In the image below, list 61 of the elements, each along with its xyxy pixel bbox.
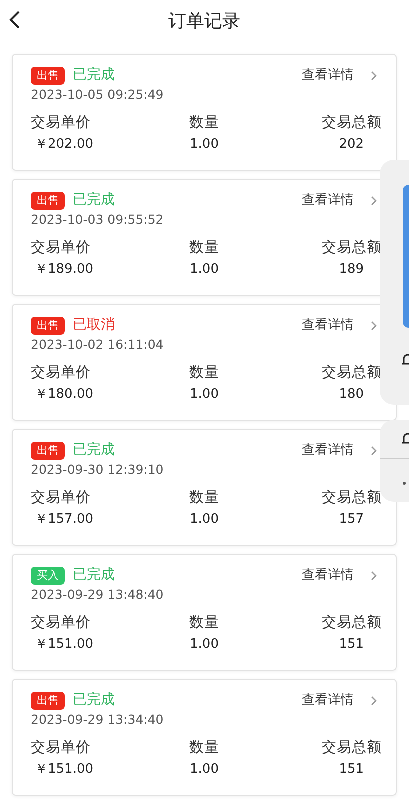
field-value: ￥157.00 [34,510,94,528]
order-time: 2023-09-29 13:34:40 [31,711,165,729]
field-value: 180 [338,386,366,404]
details-link[interactable]: 查看详情 [302,66,378,86]
field-label: 数量 [188,364,220,383]
order-time: 2023-10-03 09:55:52 [31,211,165,229]
field-label: 交易单价 [31,488,92,508]
side-tag: 买入 [31,566,65,584]
field-value: 1.00 [189,636,220,654]
field-value: 1.00 [189,136,220,154]
field-value: 151 [338,760,366,778]
field-label: 交易单价 [31,614,92,633]
field-label: 数量 [188,238,220,258]
field-value: 151 [338,636,366,654]
field-value: 1.00 [189,510,220,528]
field-label: 数量 [188,114,220,133]
order-status: 已完成 [73,66,115,85]
field-value: ￥180.00 [34,386,94,404]
order-time: 2023-10-05 09:25:49 [31,86,165,104]
field-label: 交易单价 [31,114,92,133]
details-link[interactable]: 查看详情 [302,316,378,336]
order-status: 已完成 [73,566,115,585]
field-value: 1.00 [189,760,220,778]
field-label: 交易总额 [321,614,382,633]
field-label: 交易总额 [321,738,382,758]
field-value: ￥151.00 [34,760,94,778]
field-value: ￥151.00 [34,636,94,654]
field-label: 交易总额 [321,114,382,133]
field-label: 交易总额 [321,364,382,383]
side-tag: 出售 [31,442,65,460]
side-tag: 出售 [31,692,65,710]
order-time: 2023-09-29 13:48:40 [31,586,165,604]
field-value: ￥189.00 [34,260,94,278]
field-value: 1.00 [189,386,220,404]
field-value: 202 [338,136,366,154]
details-link[interactable]: 查看详情 [302,566,378,586]
order-time: 2023-10-02 16:11:04 [31,336,165,354]
details-link[interactable]: 查看详情 [302,690,378,710]
order-status: 已完成 [73,191,115,210]
field-label: 交易单价 [31,738,92,758]
field-value: ￥202.00 [34,136,94,154]
field-label: 数量 [188,614,220,633]
field-label: 交易总额 [321,488,382,508]
field-label: 交易单价 [31,238,92,258]
order-status: 已取消 [73,316,115,335]
field-value: 157 [338,510,366,528]
details-link[interactable]: 查看详情 [302,440,378,460]
side-tag: 出售 [31,316,65,334]
details-link[interactable]: 查看详情 [302,190,378,210]
order-time: 2023-09-30 12:39:10 [31,461,165,479]
field-label: 交易单价 [31,364,92,383]
field-label: 交易总额 [321,238,382,258]
order-status: 已完成 [73,691,115,710]
field-label: 数量 [188,738,220,758]
page-title: 订单记录 [168,11,240,32]
field-value: 1.00 [189,260,220,278]
field-value: 189 [338,260,366,278]
side-tag: 出售 [31,66,65,84]
side-tag: 出售 [31,192,65,210]
field-label: 数量 [188,488,220,508]
order-status: 已完成 [73,441,115,460]
